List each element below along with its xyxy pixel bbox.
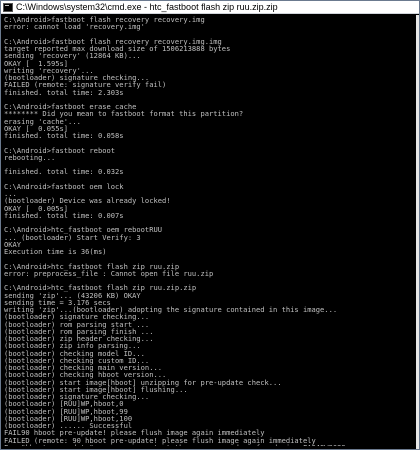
console-line: Execution time is 36(ms) [4, 247, 107, 256]
title-bar[interactable]: C:\Windows\system32\cmd.exe - htc_fastbo… [1, 1, 419, 14]
console-line: finished. total time: 0.058s [4, 131, 124, 140]
console-line: For "hboot-preupdate" response, restart … [4, 443, 414, 446]
console-line: finished. total time: 0.032s [4, 167, 124, 177]
console-line: error: cannot load 'recovery.img' [4, 22, 145, 32]
cmd-icon [3, 2, 13, 12]
console-line: finished. total time: 0.007s [4, 210, 124, 220]
console-output[interactable]: C:\Android>fastboot flash recovery recov… [4, 16, 414, 446]
console-line: C:\Android>fastboot oem lock [4, 181, 124, 191]
window-title: C:\Windows\system32\cmd.exe - htc_fastbo… [16, 1, 278, 12]
console-line: finished. total time: 2.303s [4, 87, 124, 97]
console-line: C:\Android>fastboot reboot [4, 145, 116, 155]
cmd-window: C:\Windows\system32\cmd.exe - htc_fastbo… [0, 0, 420, 450]
console-line: error: preprocess_file : Cannot open fil… [4, 268, 214, 278]
console-line: rebooting... [4, 152, 56, 162]
console-line: ... (bootloader) Start Verify: 3 [4, 232, 141, 242]
vertical-scrollbar[interactable] [416, 15, 419, 449]
